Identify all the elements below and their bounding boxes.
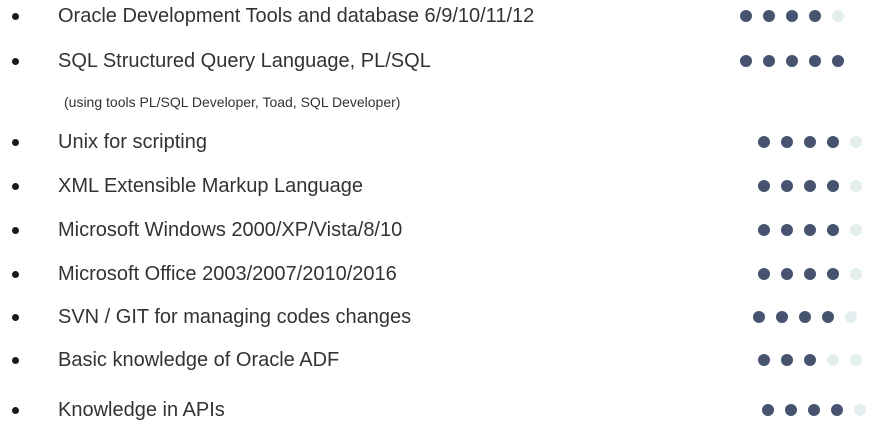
rating-dot-filled-icon bbox=[763, 10, 775, 22]
rating-dot-filled-icon bbox=[804, 180, 816, 192]
rating-dot-filled-icon bbox=[809, 10, 821, 22]
rating-dot-empty-icon bbox=[854, 404, 866, 416]
rating-dot-filled-icon bbox=[786, 55, 798, 67]
rating-dot-filled-icon bbox=[809, 55, 821, 67]
rating-dot-filled-icon bbox=[753, 311, 765, 323]
rating-dot-empty-icon bbox=[850, 354, 862, 366]
rating-dot-empty-icon bbox=[845, 311, 857, 323]
bullet-icon bbox=[12, 58, 19, 65]
skill-label: SVN / GIT for managing codes changes bbox=[58, 306, 412, 328]
rating-dot-filled-icon bbox=[827, 224, 839, 236]
rating-dot-empty-icon bbox=[850, 180, 862, 192]
bullet-icon bbox=[12, 357, 19, 364]
rating-dot-filled-icon bbox=[804, 268, 816, 280]
skills-list: Oracle Development Tools and database 6/… bbox=[0, 0, 876, 429]
skill-label: Microsoft Office 2003/2007/2010/2016 bbox=[58, 263, 397, 285]
rating-dot-empty-icon bbox=[850, 268, 862, 280]
rating-dot-filled-icon bbox=[776, 311, 788, 323]
skill-label: Microsoft Windows 2000/XP/Vista/8/10 bbox=[58, 219, 403, 241]
rating-dot-filled-icon bbox=[804, 136, 816, 148]
rating-dot-filled-icon bbox=[758, 354, 770, 366]
rating-dot-filled-icon bbox=[804, 224, 816, 236]
rating-dot-filled-icon bbox=[762, 404, 774, 416]
rating-dot-filled-icon bbox=[758, 268, 770, 280]
skill-label: Basic knowledge of Oracle ADF bbox=[58, 349, 340, 371]
rating-dot-filled-icon bbox=[799, 311, 811, 323]
skill-label: XML Extensible Markup Language bbox=[58, 175, 363, 197]
skill-label: Oracle Development Tools and database 6/… bbox=[58, 5, 535, 27]
rating-dot-filled-icon bbox=[785, 404, 797, 416]
rating-dot-filled-icon bbox=[827, 180, 839, 192]
bullet-icon bbox=[12, 407, 19, 414]
rating-dot-filled-icon bbox=[740, 10, 752, 22]
rating-dot-empty-icon bbox=[827, 354, 839, 366]
skill-label: Knowledge in APIs bbox=[58, 399, 225, 421]
rating-dot-empty-icon bbox=[850, 224, 862, 236]
rating-dot-filled-icon bbox=[808, 404, 820, 416]
bullet-icon bbox=[12, 314, 19, 321]
rating-dot-filled-icon bbox=[832, 55, 844, 67]
bullet-icon bbox=[12, 271, 19, 278]
rating-dot-filled-icon bbox=[781, 224, 793, 236]
rating-dot-filled-icon bbox=[831, 404, 843, 416]
rating-dot-filled-icon bbox=[822, 311, 834, 323]
rating-dot-filled-icon bbox=[781, 268, 793, 280]
bullet-icon bbox=[12, 227, 19, 234]
rating-dot-filled-icon bbox=[781, 136, 793, 148]
rating-dot-filled-icon bbox=[758, 136, 770, 148]
bullet-icon bbox=[12, 183, 19, 190]
rating-dot-filled-icon bbox=[786, 10, 798, 22]
rating-dot-filled-icon bbox=[758, 224, 770, 236]
skill-label: Unix for scripting bbox=[58, 131, 207, 153]
bullet-icon bbox=[12, 13, 19, 20]
skill-label: SQL Structured Query Language, PL/SQL bbox=[58, 50, 431, 72]
rating-dot-filled-icon bbox=[781, 354, 793, 366]
rating-dot-filled-icon bbox=[827, 136, 839, 148]
rating-dot-filled-icon bbox=[740, 55, 752, 67]
rating-dot-empty-icon bbox=[832, 10, 844, 22]
rating-dot-filled-icon bbox=[781, 180, 793, 192]
rating-dot-filled-icon bbox=[804, 354, 816, 366]
skill-note: (using tools PL/SQL Developer, Toad, SQL… bbox=[64, 94, 401, 110]
bullet-icon bbox=[12, 139, 19, 146]
rating-dot-filled-icon bbox=[763, 55, 775, 67]
rating-dot-filled-icon bbox=[758, 180, 770, 192]
rating-dot-empty-icon bbox=[850, 136, 862, 148]
rating-dot-filled-icon bbox=[827, 268, 839, 280]
